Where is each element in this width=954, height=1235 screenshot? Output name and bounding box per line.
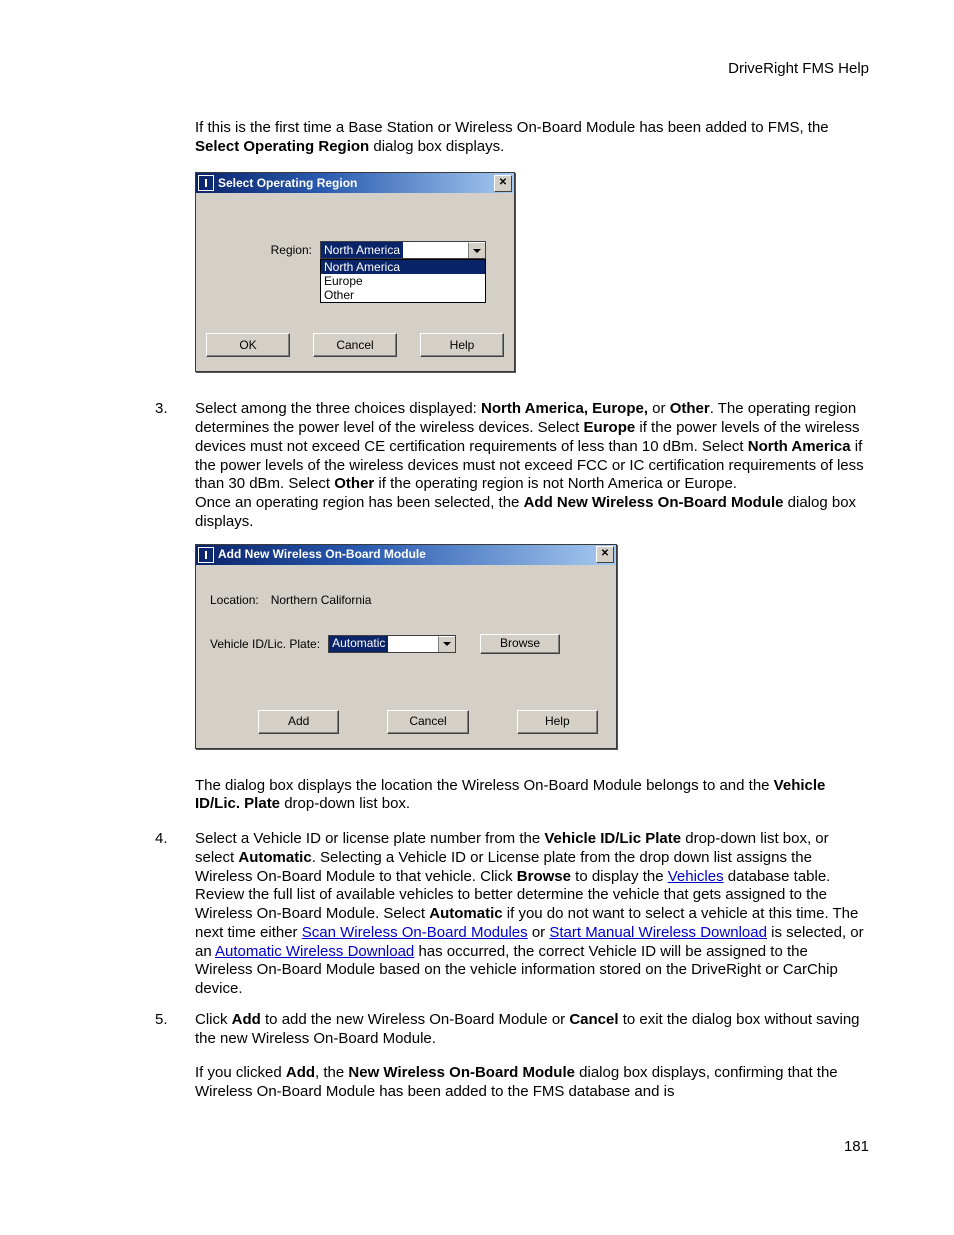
help-button[interactable]: Help — [420, 333, 504, 357]
vehicle-value: Automatic — [329, 636, 388, 652]
add-button[interactable]: Add — [258, 710, 339, 734]
chevron-down-icon[interactable] — [438, 636, 455, 652]
bold: New Wireless On-Board Module — [348, 1064, 575, 1081]
region-combobox[interactable]: North America — [320, 241, 486, 259]
bold: North America — [748, 438, 851, 455]
text: to display the — [571, 868, 668, 885]
text: Select a Vehicle ID or license plate num… — [195, 830, 544, 847]
step-4-body: Select a Vehicle ID or license plate num… — [195, 830, 864, 999]
auto-download-link[interactable]: Automatic Wireless Download — [215, 943, 414, 960]
list-number: 5. — [155, 1011, 195, 1102]
bold: Other — [670, 400, 710, 417]
dialog-titlebar: Select Operating Region ✕ — [196, 173, 514, 193]
vehicle-combobox[interactable]: Automatic — [328, 635, 456, 653]
bold: Add — [232, 1011, 261, 1028]
region-option[interactable]: North America — [321, 260, 485, 274]
step-3-body: Select among the three choices displayed… — [195, 400, 864, 531]
bold: Add — [286, 1064, 315, 1081]
scan-wireless-link[interactable]: Scan Wireless On-Board Modules — [302, 924, 528, 941]
ok-button[interactable]: OK — [206, 333, 290, 357]
text: to add the new Wireless On-Board Module … — [261, 1011, 569, 1028]
dialog-title: Add New Wireless On-Board Module — [218, 547, 596, 562]
text: , the — [315, 1064, 348, 1081]
text: or — [528, 924, 550, 941]
select-operating-region-dialog: Select Operating Region ✕ Region: North … — [195, 172, 515, 372]
text: or — [648, 400, 670, 417]
text: If this is the first time a Base Station… — [195, 119, 829, 136]
region-option[interactable]: Other — [321, 288, 485, 302]
bold: North America, Europe, — [481, 400, 648, 417]
browse-button[interactable]: Browse — [480, 634, 560, 654]
region-value: North America — [321, 242, 403, 258]
list-number: 3. — [155, 400, 195, 531]
location-label: Location: — [210, 591, 271, 608]
cancel-button[interactable]: Cancel — [313, 333, 397, 357]
cancel-button[interactable]: Cancel — [387, 710, 468, 734]
bold: Vehicle ID/Lic Plate — [544, 830, 681, 847]
bold: Add New Wireless On-Board Module — [524, 494, 784, 511]
vehicles-link[interactable]: Vehicles — [668, 868, 724, 885]
intro-paragraph: If this is the first time a Base Station… — [195, 119, 864, 157]
manual-download-link[interactable]: Start Manual Wireless Download — [549, 924, 767, 941]
bold: Other — [334, 475, 374, 492]
text: if the operating region is not North Ame… — [374, 475, 737, 492]
vehicle-label: Vehicle ID/Lic. Plate: — [210, 635, 328, 652]
page-header: DriveRight FMS Help — [155, 60, 869, 79]
text: drop-down list box. — [280, 795, 410, 812]
bold: Automatic — [238, 849, 311, 866]
region-option[interactable]: Europe — [321, 274, 485, 288]
page-number: 181 — [155, 1138, 869, 1157]
close-icon[interactable]: ✕ — [596, 546, 614, 563]
text: The dialog box displays the location the… — [195, 777, 774, 794]
dialog-titlebar: Add New Wireless On-Board Module ✕ — [196, 545, 616, 565]
chevron-down-icon[interactable] — [468, 242, 485, 258]
text: If you clicked — [195, 1064, 286, 1081]
post-dlg2-paragraph: The dialog box displays the location the… — [195, 777, 864, 815]
bold: Browse — [517, 868, 571, 885]
bold: Select Operating Region — [195, 138, 369, 155]
region-label: Region: — [202, 241, 320, 258]
text: dialog box displays. — [369, 138, 504, 155]
help-button[interactable]: Help — [517, 710, 598, 734]
text: Select among the three choices displayed… — [195, 400, 481, 417]
bold: Europe — [584, 419, 636, 436]
app-icon — [198, 547, 214, 563]
bold: Cancel — [569, 1011, 618, 1028]
dialog-title: Select Operating Region — [218, 176, 494, 191]
text: Click — [195, 1011, 232, 1028]
location-value: Northern California — [271, 591, 372, 608]
bold: Automatic — [429, 905, 502, 922]
text: Once an operating region has been select… — [195, 494, 524, 511]
app-icon — [198, 175, 214, 191]
add-wireless-module-dialog: Add New Wireless On-Board Module ✕ Locat… — [195, 544, 617, 749]
step-5-body: Click Add to add the new Wireless On-Boa… — [195, 1011, 864, 1102]
region-dropdown-list[interactable]: North America Europe Other — [320, 259, 486, 303]
close-icon[interactable]: ✕ — [494, 175, 512, 192]
list-number: 4. — [155, 830, 195, 999]
